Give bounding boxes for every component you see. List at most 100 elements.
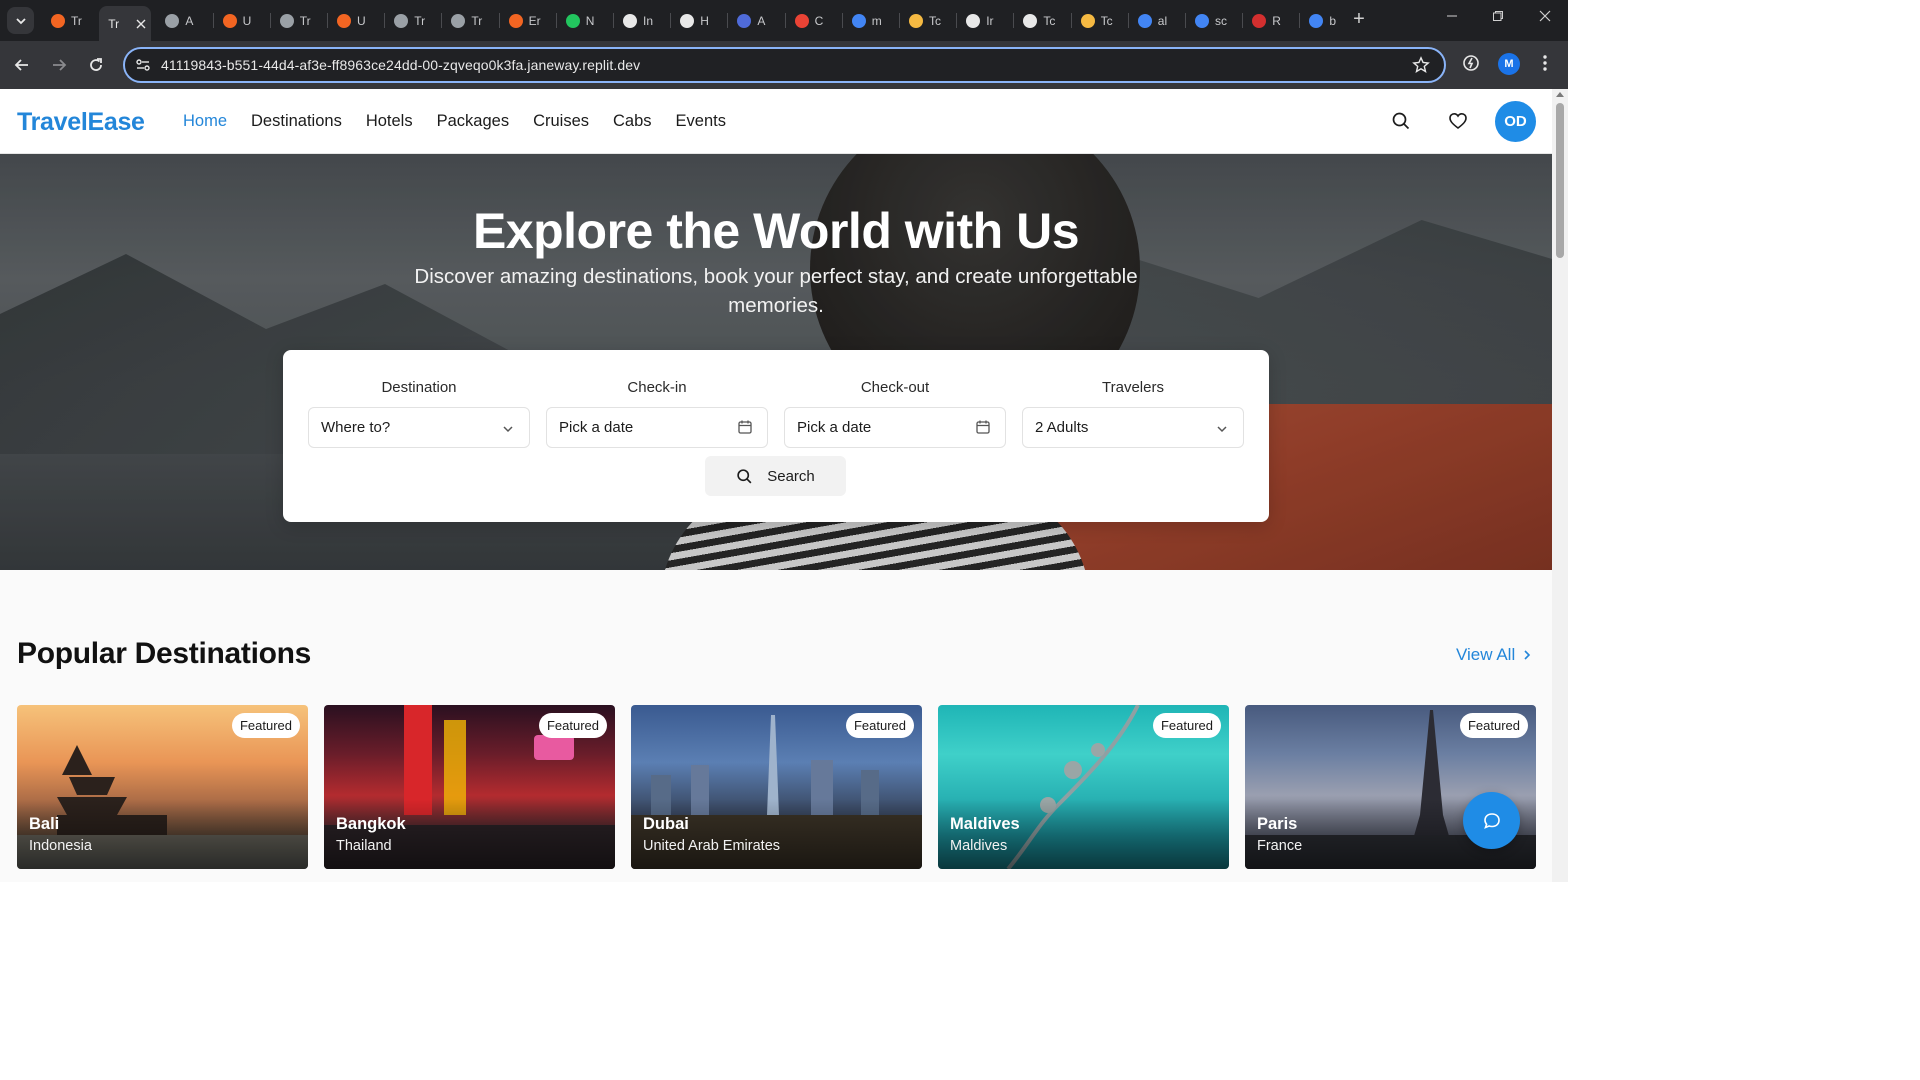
browser-tab[interactable]: sc xyxy=(1186,6,1241,35)
search-submit-button[interactable]: Search xyxy=(705,456,846,496)
destination-city: Paris xyxy=(1257,815,1298,833)
search-button[interactable] xyxy=(1391,111,1413,133)
close-icon xyxy=(1539,10,1551,22)
browser-tab[interactable]: Tc xyxy=(900,6,955,35)
chat-bubble-icon xyxy=(1483,812,1500,829)
nav-link-destinations[interactable]: Destinations xyxy=(251,112,342,131)
tab-favicon-icon xyxy=(279,13,294,28)
tab-title: C xyxy=(814,13,824,28)
site-settings-icon[interactable] xyxy=(135,57,151,73)
tab-favicon-icon xyxy=(508,13,523,28)
checkout-date-picker[interactable]: Pick a date xyxy=(784,407,1006,448)
nav-link-packages[interactable]: Packages xyxy=(437,112,509,131)
browser-tab[interactable]: Tr xyxy=(385,6,440,35)
browser-tab[interactable]: Tc xyxy=(1014,6,1069,35)
tab-favicon-icon xyxy=(909,13,923,28)
destination-card-dubai[interactable]: Featured Dubai United Arab Emirates xyxy=(631,705,922,869)
browser-tab-bar: Tr Tr A U Tr U Tr Tr Er N In H A Cm Tc Ir Tc Tc al sc Rb + xyxy=(0,0,1568,41)
browser-tab[interactable]: In xyxy=(614,6,669,35)
browser-tab[interactable]: Tr xyxy=(42,6,97,35)
tab-title: H xyxy=(700,13,709,28)
destination-country: France xyxy=(1257,838,1303,854)
new-tab-button[interactable]: + xyxy=(1347,8,1371,32)
arrow-right-icon xyxy=(53,59,67,71)
site-logo[interactable]: TravelEase xyxy=(17,108,145,137)
tab-favicon-icon xyxy=(165,13,180,28)
browser-tab[interactable]: U xyxy=(328,6,383,35)
destination-value: Where to? xyxy=(321,419,391,436)
tab-title: Tr xyxy=(414,13,426,28)
tab-separator xyxy=(1070,13,1072,28)
nav-link-cruises[interactable]: Cruises xyxy=(533,112,589,131)
travelers-select[interactable]: 2 Adults xyxy=(1022,407,1244,448)
close-window-button[interactable] xyxy=(1533,9,1557,31)
restore-button[interactable] xyxy=(1486,9,1510,31)
destination-country: United Arab Emirates xyxy=(643,838,781,854)
page-scrollbar[interactable] xyxy=(1552,89,1568,882)
scrollbar-thumb[interactable] xyxy=(1556,103,1564,258)
tab-separator xyxy=(498,13,500,28)
browser-tab[interactable]: Tc xyxy=(1072,6,1127,35)
tab-close-icon[interactable] xyxy=(136,19,146,29)
browser-profile-avatar[interactable]: M xyxy=(1498,53,1520,75)
tab-favicon-icon xyxy=(222,13,237,28)
tab-title: al xyxy=(1157,13,1168,28)
tab-favicon-icon xyxy=(737,13,752,28)
tab-separator xyxy=(784,13,786,28)
browser-tab[interactable]: Tr xyxy=(442,6,497,35)
wishlist-button[interactable] xyxy=(1448,111,1470,133)
url-text: 41119843-b551-44d4-af3e-ff8963ce24dd-00-… xyxy=(161,57,641,73)
tab-title: Er xyxy=(528,13,541,28)
browser-tab[interactable]: A xyxy=(156,6,211,35)
tab-separator xyxy=(212,13,214,28)
destination-card-bangkok[interactable]: Featured Bangkok Thailand xyxy=(324,705,615,869)
destination-select[interactable]: Where to? xyxy=(308,407,530,448)
browser-tab[interactable]: R xyxy=(1243,6,1298,35)
browser-tab[interactable]: N xyxy=(557,6,612,35)
checkin-date-picker[interactable]: Pick a date xyxy=(546,407,768,448)
scroll-up-arrow[interactable] xyxy=(1556,92,1564,97)
user-avatar[interactable]: OD xyxy=(1495,101,1536,142)
destination-card-maldives[interactable]: Featured Maldives Maldives xyxy=(938,705,1229,869)
browser-menu-button[interactable] xyxy=(1537,53,1553,78)
bookmark-star-icon[interactable] xyxy=(1412,56,1430,74)
browser-tab[interactable]: Ir xyxy=(957,6,1012,35)
tab-favicon-icon xyxy=(1195,13,1209,28)
view-all-link[interactable]: View All xyxy=(1456,645,1533,665)
restore-icon xyxy=(1493,11,1503,21)
nav-link-hotels[interactable]: Hotels xyxy=(366,112,413,131)
chat-button[interactable] xyxy=(1463,792,1520,849)
browser-tab[interactable]: A xyxy=(728,6,783,35)
hero-title: Explore the World with Us xyxy=(472,203,1080,259)
extensions-button[interactable] xyxy=(1461,53,1481,78)
browser-tab-active[interactable]: Tr xyxy=(99,6,152,41)
card-gradient-overlay xyxy=(631,799,922,869)
tab-separator xyxy=(899,13,900,28)
more-vert-icon xyxy=(1543,55,1547,71)
nav-link-home[interactable]: Home xyxy=(183,112,227,131)
forward-button[interactable] xyxy=(47,53,71,77)
performance-icon xyxy=(1463,55,1479,71)
nav-link-cabs[interactable]: Cabs xyxy=(613,112,652,131)
browser-tab[interactable]: m xyxy=(843,6,898,35)
address-bar[interactable]: 41119843-b551-44d4-af3e-ff8963ce24dd-00-… xyxy=(123,47,1446,83)
tab-title: b xyxy=(1329,13,1337,28)
tab-favicon-icon xyxy=(51,13,65,28)
back-button[interactable] xyxy=(10,53,34,77)
browser-tab[interactable]: Er xyxy=(500,6,555,35)
tab-favicon-icon xyxy=(1080,13,1095,28)
reload-icon xyxy=(90,58,102,71)
browser-tab[interactable]: al xyxy=(1129,6,1184,35)
browser-tab[interactable]: Tr xyxy=(271,6,326,35)
browser-tab[interactable]: C xyxy=(786,6,841,35)
card-gradient-overlay xyxy=(938,799,1229,869)
tab-separator xyxy=(269,13,271,28)
nav-link-events[interactable]: Events xyxy=(676,112,726,131)
tab-search-button[interactable] xyxy=(7,7,34,34)
destination-card-bali[interactable]: Featured Bali Indonesia xyxy=(17,705,308,869)
browser-tab[interactable]: U xyxy=(214,6,269,35)
minimize-button[interactable] xyxy=(1440,9,1464,31)
tab-separator xyxy=(327,13,328,28)
browser-tab[interactable]: H xyxy=(671,6,726,35)
reload-button[interactable] xyxy=(84,53,108,77)
